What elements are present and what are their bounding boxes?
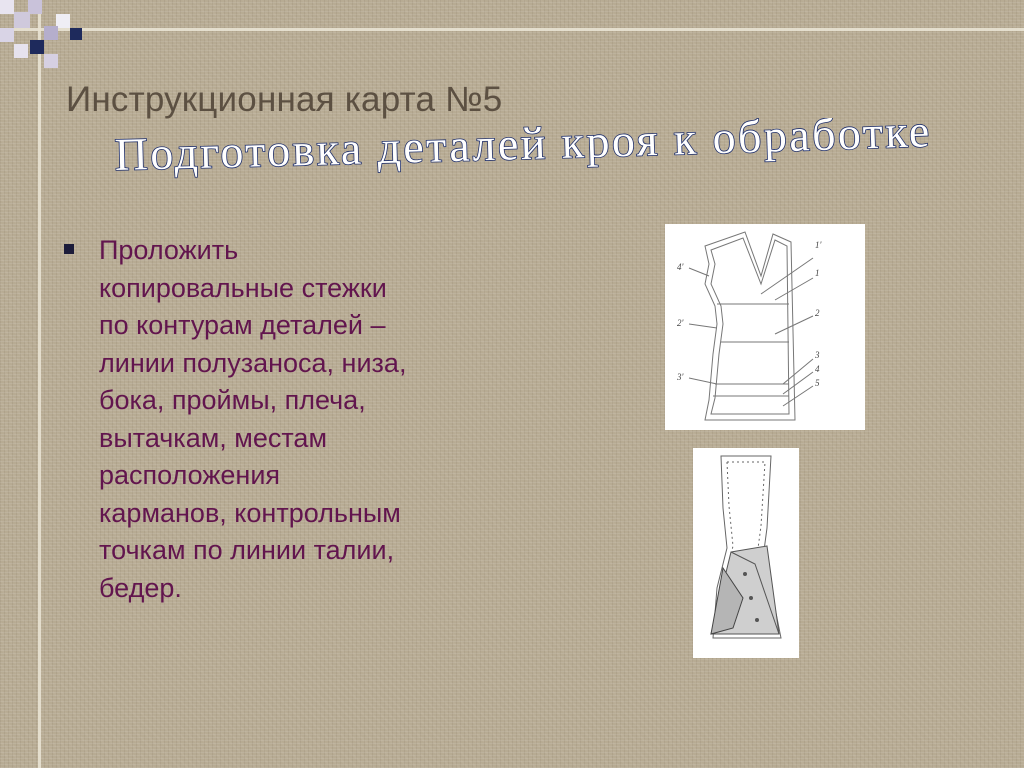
bodice-label: 3 (814, 350, 820, 360)
slide-subtitle-wordart: Подготовка деталей кроя к обработке (113, 118, 931, 181)
bodice-label: 1 (815, 268, 820, 278)
bullet-square-icon (64, 244, 74, 254)
bullet-text: Проложить копировальные стежки по контур… (99, 235, 407, 603)
garment-piece-figure (693, 448, 799, 658)
bullet-item: Проложить копировальные стежки по контур… (64, 232, 524, 607)
bodice-label: 4' (677, 262, 685, 272)
bodice-label: 3' (676, 372, 685, 382)
bodice-label: 4 (815, 364, 820, 374)
bodice-label: 2' (677, 318, 685, 328)
decorative-corner-squares (0, 0, 82, 68)
bodice-label: 1' (815, 240, 823, 250)
bodice-pattern-figure: 4' 2' 3' 1' 1 2 3 4 5 (665, 224, 865, 430)
garment-piece-drawing (710, 455, 782, 639)
decorative-horizontal-line (0, 28, 1024, 31)
slide-subtitle-path: Подготовка деталей кроя к обработке (113, 118, 931, 181)
slide-title: Инструкционная карта №5 (66, 80, 503, 119)
bodice-label: 5 (815, 378, 820, 388)
bodice-label: 2 (815, 308, 820, 318)
bodice-pattern-drawing: 4' 2' 3' 1' 1 2 3 4 5 (676, 231, 823, 421)
decorative-vertical-line (38, 0, 41, 768)
slide-subtitle: Подготовка деталей кроя к обработке (114, 118, 930, 180)
